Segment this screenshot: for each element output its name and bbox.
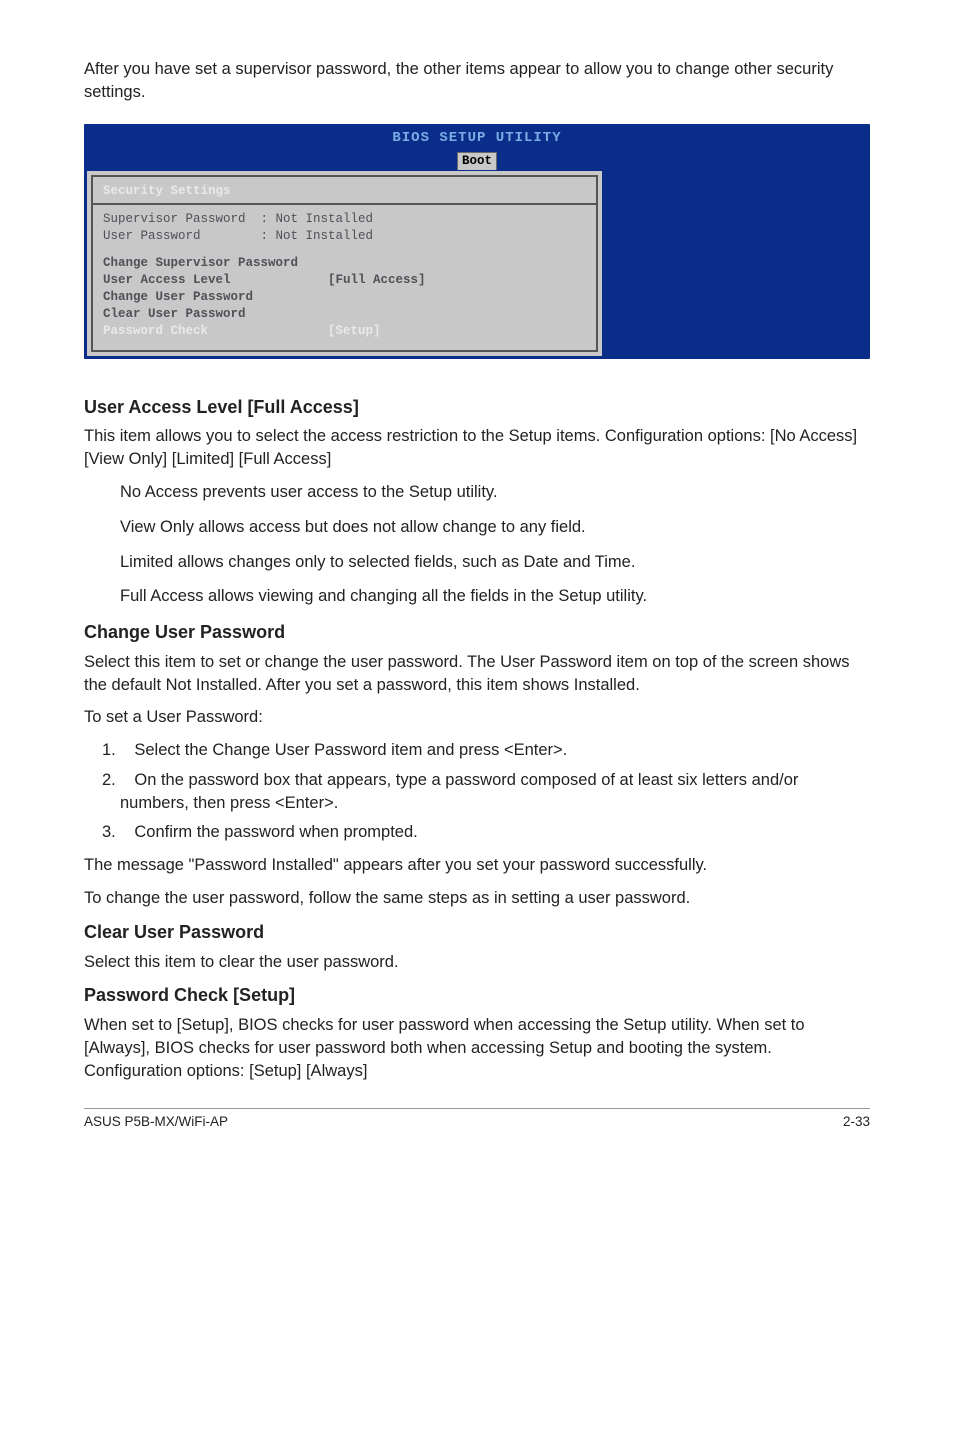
- bios-user-access-level: User Access Level [Full Access]: [103, 272, 586, 289]
- para-to-change: To change the user password, follow the …: [84, 887, 870, 910]
- bios-screenshot: BIOS SETUP UTILITY Boot Security Setting…: [84, 124, 870, 359]
- page-footer: ASUS P5B-MX/WiFi-AP 2-33: [84, 1108, 870, 1132]
- step-3: Confirm the password when prompted.: [84, 821, 870, 844]
- para-user-access-desc: This item allows you to select the acces…: [84, 425, 870, 471]
- bios-change-supervisor-password: Change Supervisor Password: [103, 255, 586, 272]
- footer-doc-title: ASUS P5B-MX/WiFi-AP: [84, 1113, 228, 1132]
- bios-supervisor-password: Supervisor Password : Not Installed: [103, 211, 586, 228]
- desc-limited: Limited allows changes only to selected …: [120, 551, 870, 574]
- heading-user-access-level: User Access Level [Full Access]: [84, 395, 870, 420]
- bios-section-title: Security Settings: [103, 183, 586, 200]
- heading-password-check: Password Check [Setup]: [84, 983, 870, 1008]
- bios-panel: Security Settings Supervisor Password : …: [91, 175, 598, 352]
- bios-tab-boot: Boot: [457, 152, 497, 170]
- step-2: On the password box that appears, type a…: [84, 769, 870, 815]
- bios-help-panel: [602, 171, 867, 356]
- para-installed-msg: The message "Password Installed" appears…: [84, 854, 870, 877]
- desc-view-only: View Only allows access but does not all…: [120, 516, 870, 539]
- bios-change-user-password: Change User Password: [103, 289, 586, 306]
- bios-password-check: Password Check [Setup]: [103, 323, 586, 340]
- para-change-user-desc: Select this item to set or change the us…: [84, 651, 870, 697]
- footer-page-number: 2-33: [843, 1113, 870, 1132]
- steps-list: Select the Change User Password item and…: [84, 739, 870, 844]
- bios-title: BIOS SETUP UTILITY: [87, 129, 867, 148]
- step-1: Select the Change User Password item and…: [84, 739, 870, 762]
- bios-user-password: User Password : Not Installed: [103, 228, 586, 245]
- heading-clear-user-password: Clear User Password: [84, 920, 870, 945]
- para-clear-user: Select this item to clear the user passw…: [84, 951, 870, 974]
- heading-change-user-password: Change User Password: [84, 620, 870, 645]
- bios-clear-user-password: Clear User Password: [103, 306, 586, 323]
- para-to-set: To set a User Password:: [84, 706, 870, 729]
- intro-text: After you have set a supervisor password…: [84, 58, 870, 104]
- bios-header: BIOS SETUP UTILITY Boot: [87, 127, 867, 171]
- desc-no-access: No Access prevents user access to the Se…: [120, 481, 870, 504]
- desc-full-access: Full Access allows viewing and changing …: [120, 585, 870, 608]
- para-password-check: When set to [Setup], BIOS checks for use…: [84, 1014, 870, 1082]
